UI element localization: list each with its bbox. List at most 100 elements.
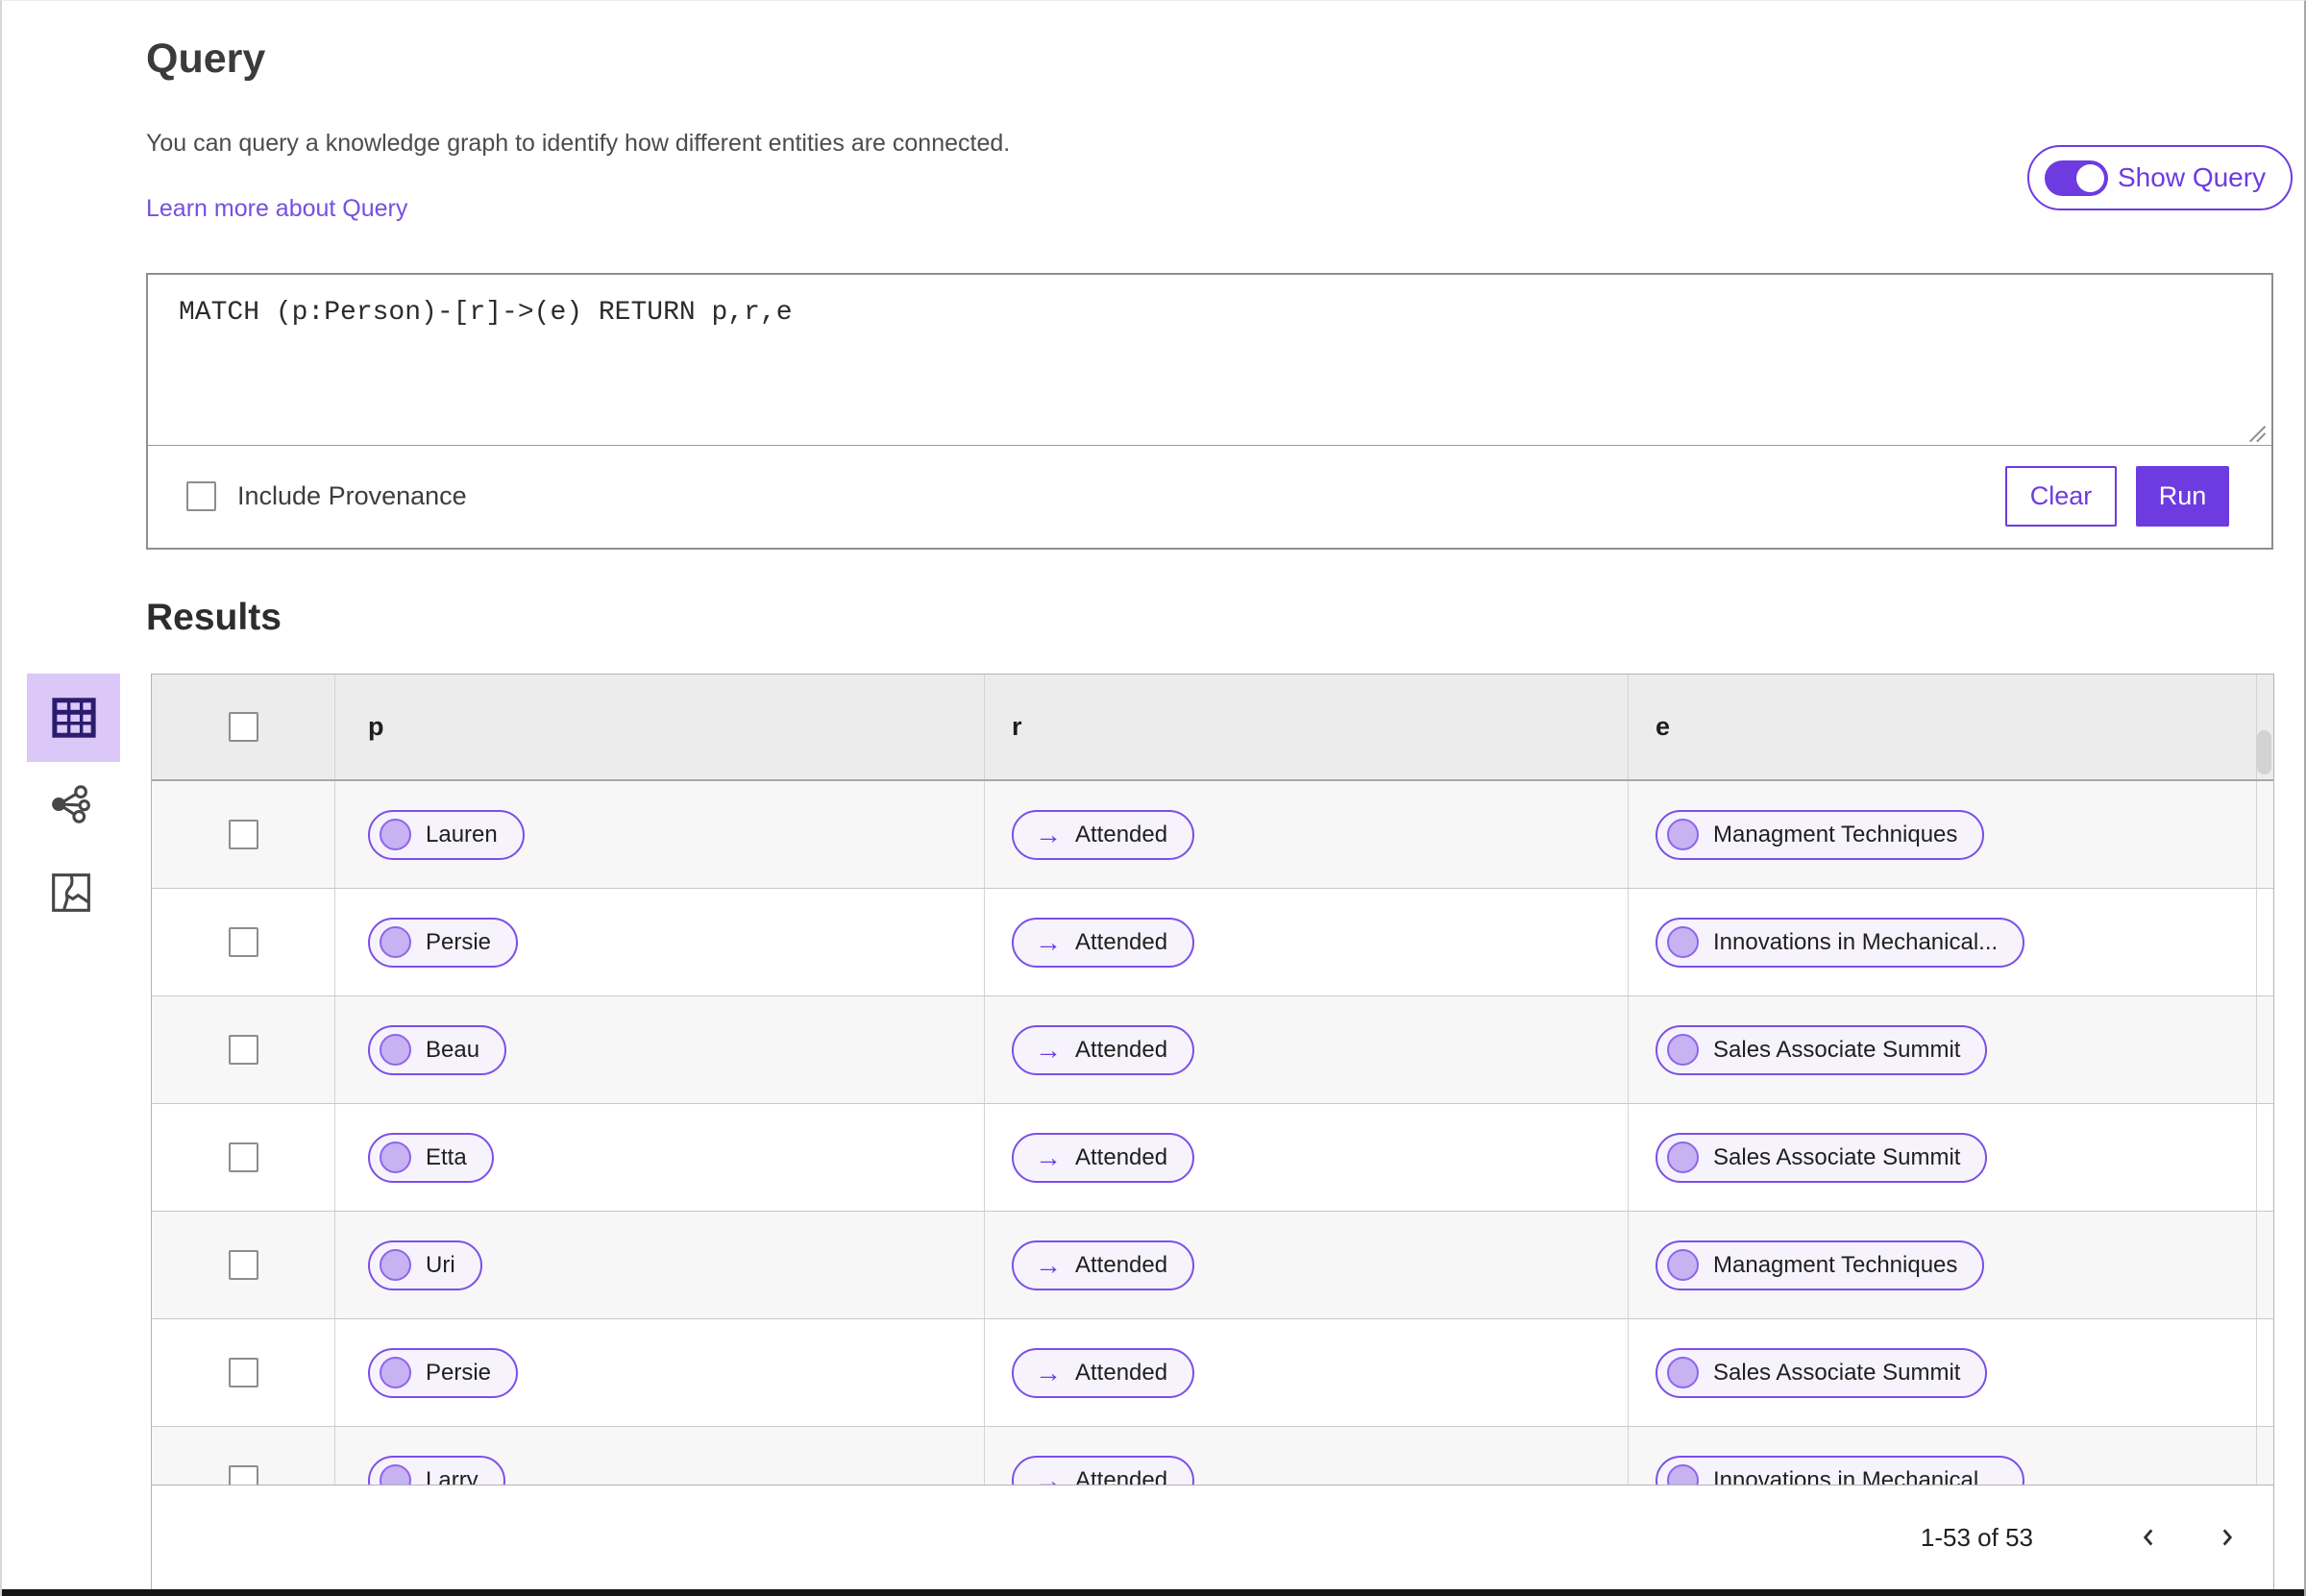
entity-pill[interactable]: Sales Associate Summit [1656,1024,1988,1075]
relation-label: Attended [1075,928,1168,955]
entity-label: Lauren [426,821,498,847]
relation-pill[interactable]: → Attended [1012,1132,1195,1183]
row-checkbox[interactable] [228,1035,258,1065]
scrollbar-track[interactable] [2256,1319,2273,1426]
entity-dot-icon [380,1249,411,1281]
cell-r: → Attended [984,1212,1628,1318]
relation-arrow-icon: → [1035,1249,1062,1280]
cell-e: Innovations in Mechanical... [1628,1427,2256,1486]
column-label-r: r [1012,712,1022,741]
row-checkbox[interactable] [228,1465,258,1485]
table-header: p r e [152,675,2273,781]
entity-pill[interactable]: Managment Techniques [1656,809,1985,860]
scrollbar-track[interactable] [2256,889,2273,995]
bottom-window-edge [2,1589,2304,1596]
table-row: Etta → Attended Sales Associate Summit [152,1104,2273,1212]
run-button[interactable]: Run [2136,465,2229,527]
cell-p: Persie [334,889,984,995]
row-checkbox[interactable] [228,1358,258,1387]
cell-e: Managment Techniques [1628,781,2256,888]
chevron-left-icon [2143,1529,2153,1546]
entity-pill[interactable]: Uri [368,1240,482,1290]
scrollbar-track[interactable] [2256,1212,2273,1318]
row-checkbox-cell [152,889,334,995]
relation-pill[interactable]: → Attended [1012,917,1195,968]
query-page: Query You can query a knowledge graph to… [0,0,2306,1596]
relation-pill[interactable]: → Attended [1012,1240,1195,1290]
page-title: Query [146,36,266,82]
row-checkbox[interactable] [228,927,258,957]
entity-pill[interactable]: Lauren [368,809,525,860]
pagination-range: 1-53 of 53 [1920,1522,2033,1552]
entity-pill[interactable]: Sales Associate Summit [1656,1132,1988,1183]
row-checkbox-cell [152,1427,334,1485]
entity-label: Innovations in Mechanical... [1713,1466,1999,1486]
cell-p: Persie [334,1319,984,1426]
entity-pill[interactable]: Innovations in Mechanical... [1656,917,2025,968]
include-provenance-label: Include Provenance [237,480,467,510]
view-map-button[interactable] [48,870,94,916]
row-checkbox[interactable] [228,1250,258,1280]
column-label-p: p [368,712,384,741]
entity-dot-icon [380,819,411,850]
cell-e: Sales Associate Summit [1628,1319,2256,1426]
entity-pill[interactable]: Sales Associate Summit [1656,1347,1988,1398]
show-query-toggle[interactable]: Show Query [2027,145,2294,210]
entity-pill[interactable]: Persie [368,917,519,968]
scrollbar-track[interactable] [2256,996,2273,1103]
learn-more-link[interactable]: Learn more about Query [146,195,407,223]
row-checkbox-cell [152,1104,334,1211]
row-checkbox[interactable] [228,1142,258,1172]
entity-pill[interactable]: Etta [368,1132,494,1183]
scrollbar-track[interactable] [2256,781,2273,888]
toggle-switch-icon[interactable] [2045,160,2108,196]
relation-arrow-icon: → [1035,1357,1062,1387]
select-all-checkbox[interactable] [228,712,258,742]
entity-pill[interactable]: Managment Techniques [1656,1240,1985,1290]
entity-label: Persie [426,1359,492,1386]
scrollbar-track[interactable] [2256,1427,2273,1485]
entity-dot-icon [1667,1357,1699,1388]
entity-pill[interactable]: Beau [368,1024,507,1075]
toggle-knob [2076,163,2104,192]
entity-label: Managment Techniques [1713,1251,1958,1278]
relation-pill[interactable]: → Attended [1012,1347,1195,1398]
view-table-button[interactable] [27,674,120,762]
entity-dot-icon [380,1142,411,1173]
results-table: p r e Lauren → Attended Managment Techni… [151,674,2274,1590]
cell-e: Innovations in Mechanical... [1628,889,2256,995]
pagination-next-button[interactable] [2206,1516,2248,1559]
entity-dot-icon [380,926,411,958]
relation-pill[interactable]: → Attended [1012,1024,1195,1075]
page-description: You can query a knowledge graph to ident… [146,130,1011,157]
table-row: Uri → Attended Managment Techniques [152,1212,2273,1319]
query-textarea[interactable]: MATCH (p:Person)-[r]->(e) RETURN p,r,e [148,275,2271,446]
entity-label: Managment Techniques [1713,821,1958,847]
entity-pill[interactable]: Innovations in Mechanical... [1656,1455,2025,1486]
relation-arrow-icon: → [1035,926,1062,957]
relation-pill[interactable]: → Attended [1012,1455,1195,1486]
scrollbar-thumb[interactable] [2257,730,2271,774]
relation-pill[interactable]: → Attended [1012,809,1195,860]
cell-e: Sales Associate Summit [1628,996,2256,1103]
scrollbar-track[interactable] [2256,1104,2273,1211]
cell-r: → Attended [984,1104,1628,1211]
clear-button[interactable]: Clear [2005,465,2117,527]
pagination-prev-button[interactable] [2127,1516,2170,1559]
query-editor: MATCH (p:Person)-[r]->(e) RETURN p,r,e I… [146,273,2273,550]
entity-pill[interactable]: Larry [368,1455,505,1485]
entity-pill[interactable]: Persie [368,1347,519,1398]
cell-r: → Attended [984,1427,1628,1486]
chevron-right-icon [2222,1529,2233,1546]
view-graph-button[interactable] [48,781,94,827]
relation-arrow-icon: → [1035,1464,1062,1486]
cell-p: Etta [334,1104,984,1211]
entity-dot-icon [1667,819,1699,850]
query-editor-footer: Include Provenance Clear Run [148,446,2271,546]
include-provenance-checkbox[interactable] [186,480,216,511]
entity-dot-icon [1667,1249,1699,1281]
header-checkbox-cell [152,675,334,779]
entity-label: Etta [426,1143,467,1170]
row-checkbox[interactable] [228,820,258,849]
entity-label: Beau [426,1036,480,1063]
